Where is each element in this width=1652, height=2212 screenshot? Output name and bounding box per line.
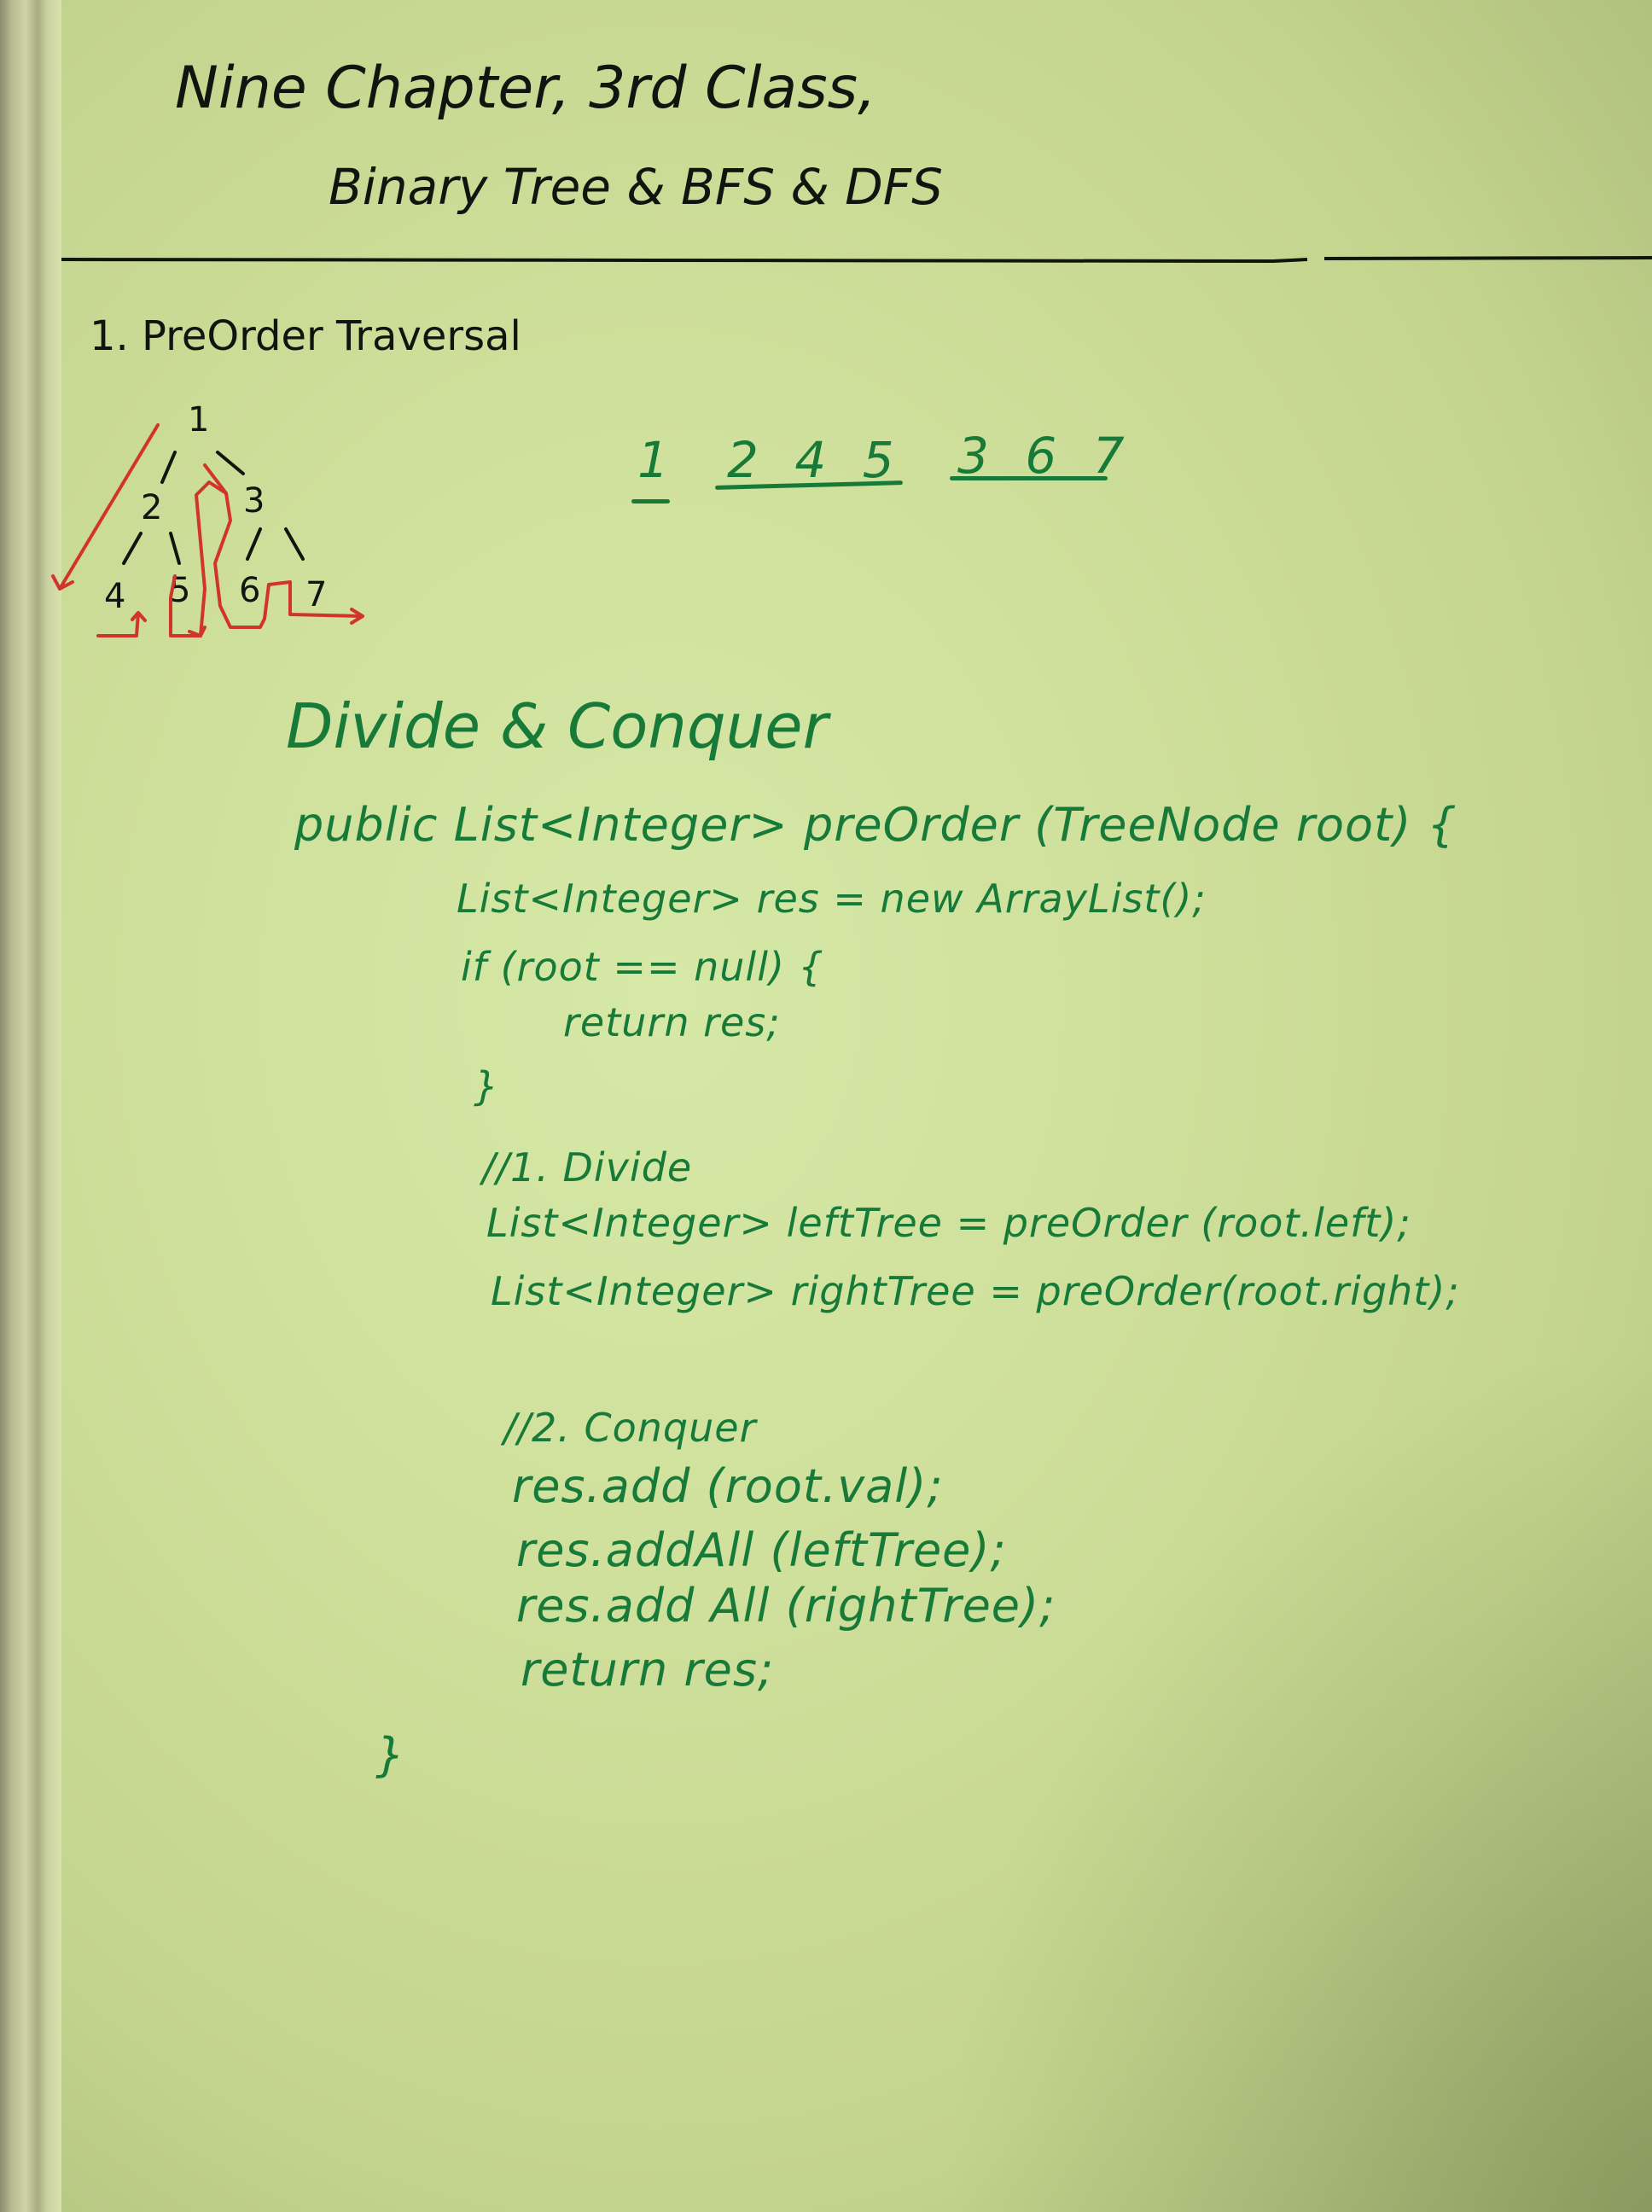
code-line-res: List<Integer> res = new ArrayList(); — [457, 876, 1207, 922]
code-comment-divide: //1. Divide — [482, 1144, 693, 1190]
code-comment-conquer: //2. Conquer — [503, 1405, 757, 1451]
tree-node-7: 7 — [305, 575, 327, 614]
whiteboard-frame — [0, 0, 61, 2212]
order-root: 1 — [627, 431, 679, 489]
code-signature: public List<Integer> preOrder (TreeNode … — [294, 798, 1457, 852]
tree-node-1: 1 — [188, 400, 209, 439]
order-item: 4 — [794, 431, 827, 489]
binary-tree-diagram: 1 2 3 4 5 6 7 — [51, 400, 364, 637]
divider-line — [61, 256, 1652, 263]
order-left-subtree: 2 4 5 — [717, 431, 905, 489]
board-title: Nine Chapter, 3rd Class, — [175, 55, 876, 122]
code-line-addall-right: res.add All (rightTree); — [516, 1579, 1056, 1633]
approach-heading: Divide & Conquer — [286, 690, 829, 762]
tree-node-4: 4 — [104, 577, 125, 616]
code-line-if: if (root == null) { — [461, 944, 824, 990]
section-heading: 1. PreOrder Traversal — [90, 312, 521, 360]
code-line-return: return res; — [521, 1643, 775, 1697]
order-right-underline — [950, 476, 1108, 480]
code-if-close: } — [474, 1063, 500, 1109]
tree-node-3: 3 — [243, 481, 265, 521]
order-root-underline — [631, 499, 670, 504]
order-item: 2 — [727, 431, 759, 489]
code-closing-brace: } — [375, 1728, 406, 1782]
code-line-return-res: return res; — [563, 999, 781, 1045]
code-line-left: List<Integer> leftTree = preOrder (root.… — [486, 1200, 1411, 1246]
tree-node-2: 2 — [141, 488, 162, 527]
code-line-right: List<Integer> rightTree = preOrder(root.… — [491, 1268, 1460, 1314]
order-item: 1 — [637, 431, 669, 489]
code-line-add: res.add (root.val); — [512, 1459, 944, 1513]
shadow — [884, 1273, 1652, 2212]
code-line-addall-left: res.addAll (leftTree); — [516, 1523, 1007, 1577]
board-subtitle: Binary Tree & BFS & DFS — [329, 158, 943, 216]
tree-node-6: 6 — [239, 571, 260, 610]
